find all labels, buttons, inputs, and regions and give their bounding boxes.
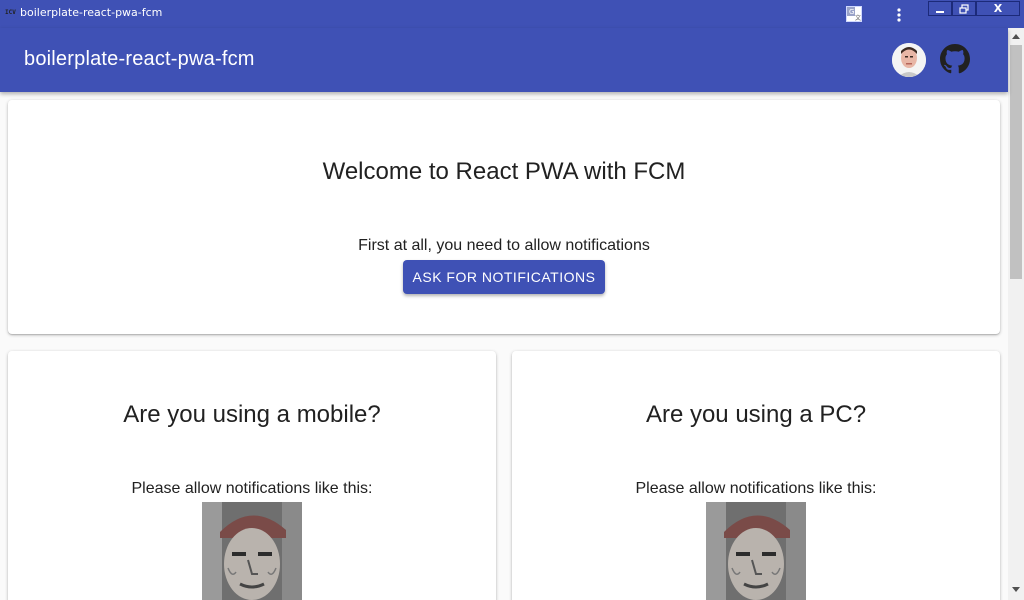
scrollbar-thumb[interactable] (1010, 45, 1022, 279)
app-icon: ICV (5, 9, 16, 16)
chevron-up-icon (1012, 34, 1020, 39)
svg-text:文: 文 (855, 14, 861, 22)
minimize-icon (936, 10, 944, 13)
user-avatar[interactable] (892, 43, 926, 77)
pc-heading: Are you using a PC? (645, 401, 867, 428)
translate-icon[interactable]: G 文 (846, 6, 862, 22)
vertical-dots-icon[interactable] (890, 6, 908, 24)
scroll-up-button[interactable] (1008, 28, 1024, 44)
restore-button[interactable] (952, 1, 976, 16)
pc-text: Please allow notifications like this: (635, 480, 877, 497)
pc-card: Are you using a PC? Please allow notific… (512, 351, 1000, 600)
mobile-card: Are you using a mobile? Please allow not… (8, 351, 496, 600)
welcome-heading: Welcome to React PWA with FCM (322, 158, 686, 185)
window-title: boilerplate-react-pwa-fcm (20, 6, 163, 19)
github-icon[interactable] (940, 44, 970, 74)
welcome-card: Welcome to React PWA with FCM First at a… (8, 100, 1000, 334)
app-title: boilerplate-react-pwa-fcm (24, 48, 255, 70)
svg-text:G: G (849, 8, 854, 16)
pc-portrait-image (706, 502, 806, 600)
close-icon: X (993, 2, 1003, 15)
window-controls: X (928, 1, 1020, 17)
restore-icon (959, 3, 969, 14)
main-content: Welcome to React PWA with FCM First at a… (0, 92, 1008, 600)
vertical-scrollbar[interactable] (1008, 28, 1024, 600)
window-titlebar: ICV boilerplate-react-pwa-fcm G 文 X (0, 0, 1024, 28)
ask-for-notifications-button[interactable]: ASK FOR NOTIFICATIONS (403, 260, 605, 294)
welcome-text: First at all, you need to allow notifica… (358, 237, 650, 254)
minimize-button[interactable] (928, 1, 952, 16)
scroll-down-button[interactable] (1008, 582, 1024, 598)
app-bar: boilerplate-react-pwa-fcm (0, 28, 1008, 92)
close-button[interactable]: X (976, 1, 1020, 16)
mobile-portrait-image (202, 502, 302, 600)
mobile-heading: Are you using a mobile? (123, 401, 381, 428)
chevron-down-icon (1012, 587, 1020, 592)
mobile-text: Please allow notifications like this: (131, 480, 373, 497)
